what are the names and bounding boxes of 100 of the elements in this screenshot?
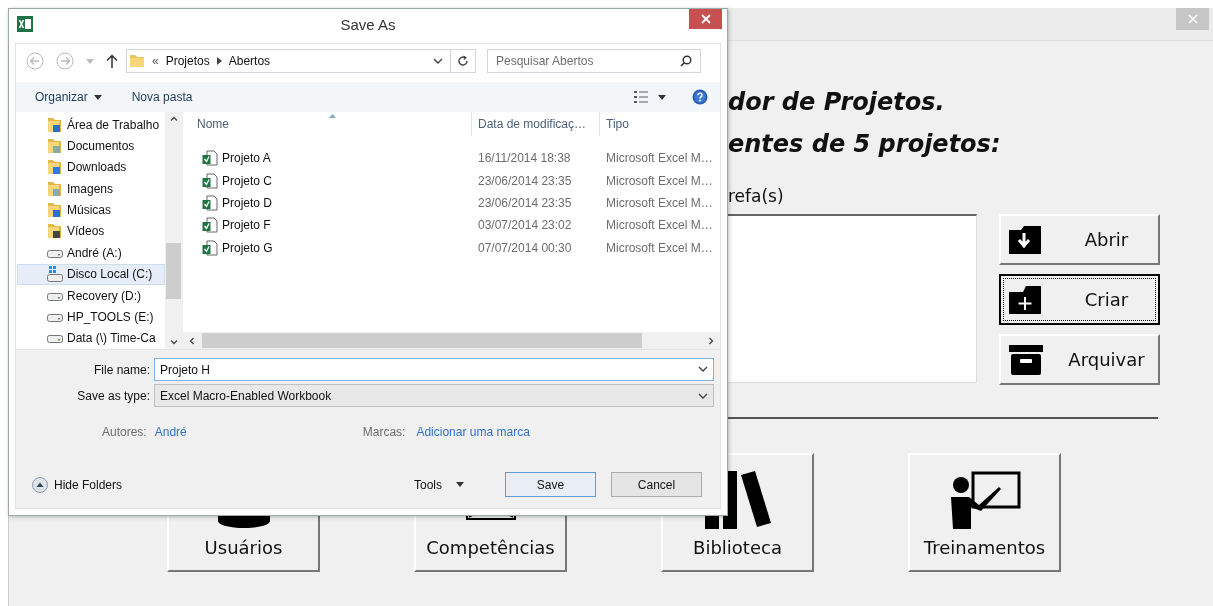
scroll-left-icon[interactable] bbox=[189, 336, 194, 345]
spreadsheet-file-icon bbox=[202, 217, 218, 234]
new-folder-button[interactable]: Nova pasta bbox=[128, 88, 196, 106]
folder-icon bbox=[47, 116, 63, 133]
scroll-right-icon[interactable] bbox=[709, 336, 714, 345]
file-row[interactable]: Projeto A 16/11/2014 18:38 Microsoft Excel M… bbox=[183, 147, 720, 170]
file-date: 03/07/2014 23:02 bbox=[477, 218, 573, 233]
file-row[interactable]: Projeto C 23/06/2014 23:35 Microsoft Excel M… bbox=[183, 169, 720, 192]
drive-icon bbox=[47, 290, 63, 301]
module-button[interactable]: Treinamentos bbox=[908, 453, 1061, 572]
file-type: Microsoft Excel M… bbox=[605, 240, 714, 255]
file-date: 23/06/2014 23:35 bbox=[477, 173, 573, 188]
file-type: Microsoft Excel M… bbox=[605, 173, 714, 188]
caret-icon bbox=[93, 94, 102, 100]
tools-menu-button[interactable]: Tools bbox=[408, 476, 470, 493]
field-label: Save as type: bbox=[76, 388, 150, 403]
nav-item[interactable]: HP_TOOLS (E:) bbox=[16, 306, 165, 328]
file-type: Microsoft Excel M… bbox=[605, 218, 714, 233]
nav-item[interactable]: Documentos bbox=[16, 135, 165, 157]
side-button[interactable]: Arquivar bbox=[999, 334, 1160, 385]
folder-plus-icon bbox=[1009, 285, 1043, 314]
spreadsheet-file-icon bbox=[202, 150, 218, 167]
teacher-board-icon bbox=[948, 471, 1021, 529]
scrollbar-thumb[interactable] bbox=[202, 333, 642, 348]
sort-arrow-icon bbox=[329, 114, 336, 118]
dialog-title: Save As bbox=[340, 16, 396, 33]
breadcrumb-item[interactable]: Projetos bbox=[165, 54, 210, 68]
list-label: refa(s) bbox=[728, 186, 785, 206]
file-name: Projeto G bbox=[222, 240, 273, 255]
nav-item[interactable]: Vídeos bbox=[16, 220, 165, 243]
nav-item[interactable]: Disco Local (C:) bbox=[17, 263, 165, 285]
breadcrumb-item[interactable]: Abertos bbox=[228, 54, 271, 68]
folder-download-icon bbox=[1009, 225, 1043, 254]
folder-icon bbox=[47, 159, 63, 176]
heading-text: dor de Projetos. bbox=[728, 87, 946, 118]
scrollbar[interactable] bbox=[183, 332, 720, 349]
add-tag-link[interactable]: Adicionar uma marca bbox=[416, 425, 530, 439]
column-header[interactable]: Tipo bbox=[600, 112, 720, 136]
tags-label: Marcas: bbox=[362, 425, 406, 439]
organize-menu-button[interactable]: Organizar bbox=[32, 88, 105, 106]
archive-box-icon bbox=[1009, 344, 1043, 375]
side-button[interactable]: Criar bbox=[999, 274, 1160, 325]
file-row[interactable]: Projeto F 03/07/2014 23:02 Microsoft Excel M… bbox=[183, 214, 720, 237]
dialog-button[interactable]: Save bbox=[505, 472, 596, 497]
close-icon bbox=[1187, 14, 1198, 24]
side-button[interactable]: Abrir bbox=[999, 214, 1160, 265]
chevron-down-icon[interactable] bbox=[698, 366, 708, 372]
file-type: Microsoft Excel M… bbox=[605, 151, 714, 166]
file-name: Projeto F bbox=[222, 218, 271, 233]
folder-icon bbox=[47, 180, 63, 197]
hide-folders-button[interactable]: Hide Folders bbox=[20, 476, 123, 493]
nav-item[interactable]: Downloads bbox=[16, 156, 165, 179]
search-field[interactable]: Pesquisar Abertos bbox=[487, 49, 701, 73]
chevron-down-icon bbox=[698, 392, 708, 399]
column-header[interactable]: Data de modificaç… bbox=[472, 112, 600, 136]
dialog-button[interactable]: Cancel bbox=[611, 472, 702, 497]
spreadsheet-file-icon bbox=[202, 194, 218, 211]
file-name: Projeto A bbox=[222, 151, 271, 166]
caret-icon[interactable] bbox=[658, 94, 666, 100]
drive-icon bbox=[47, 247, 63, 258]
nav-item[interactable]: Imagens bbox=[16, 178, 165, 200]
scrollbar-thumb[interactable] bbox=[166, 243, 181, 299]
file-name: Projeto C bbox=[222, 173, 273, 188]
nav-item[interactable]: Área de Trabalho bbox=[16, 114, 165, 136]
nav-item[interactable]: Data (\) Time-Ca bbox=[16, 327, 165, 349]
collapse-up-icon bbox=[32, 476, 48, 493]
folder-icon bbox=[47, 138, 63, 155]
scroll-up-icon[interactable] bbox=[169, 116, 178, 121]
folder-icon bbox=[129, 53, 145, 69]
breadcrumb-overflow[interactable]: « bbox=[152, 54, 159, 68]
file-row[interactable]: Projeto D 23/06/2014 23:35 Microsoft Excel M… bbox=[183, 191, 720, 215]
file-row[interactable]: Projeto G 07/07/2014 00:30 Microsoft Excel M… bbox=[183, 236, 720, 259]
field-label: File name: bbox=[92, 362, 150, 377]
authors-label: Autores: bbox=[102, 425, 147, 439]
address-bar[interactable]: « Projetos Abertos bbox=[126, 49, 476, 73]
close-button[interactable] bbox=[689, 9, 722, 29]
scroll-down-icon[interactable] bbox=[169, 340, 178, 345]
close-icon bbox=[700, 14, 711, 24]
chevron-right-icon bbox=[216, 57, 222, 65]
spreadsheet-app-icon bbox=[17, 16, 33, 32]
refresh-icon bbox=[457, 55, 469, 67]
caret-icon bbox=[456, 482, 464, 487]
search-icon bbox=[680, 55, 692, 67]
scrollbar[interactable] bbox=[165, 112, 182, 349]
nav-item[interactable]: Músicas bbox=[16, 199, 165, 221]
authors-link[interactable]: André bbox=[154, 425, 187, 439]
file-date: 23/06/2014 23:35 bbox=[477, 195, 573, 210]
view-options-icon[interactable] bbox=[634, 91, 648, 103]
heading-text: entes de 5 projetos: bbox=[728, 129, 1002, 160]
folder-icon bbox=[47, 223, 63, 240]
drive-icon bbox=[47, 311, 63, 322]
chevron-down-icon[interactable] bbox=[433, 58, 443, 64]
nav-item[interactable]: Recovery (D:) bbox=[16, 284, 165, 307]
spreadsheet-file-icon bbox=[202, 172, 218, 189]
save-type-dropdown[interactable]: Excel Macro-Enabled Workbook bbox=[154, 384, 714, 407]
file-name: Projeto D bbox=[222, 195, 273, 210]
up-arrow-icon[interactable] bbox=[106, 54, 118, 68]
help-icon[interactable] bbox=[692, 89, 708, 105]
file-name-field[interactable]: Projeto H bbox=[154, 358, 714, 381]
nav-item[interactable]: André (A:) bbox=[16, 242, 165, 264]
